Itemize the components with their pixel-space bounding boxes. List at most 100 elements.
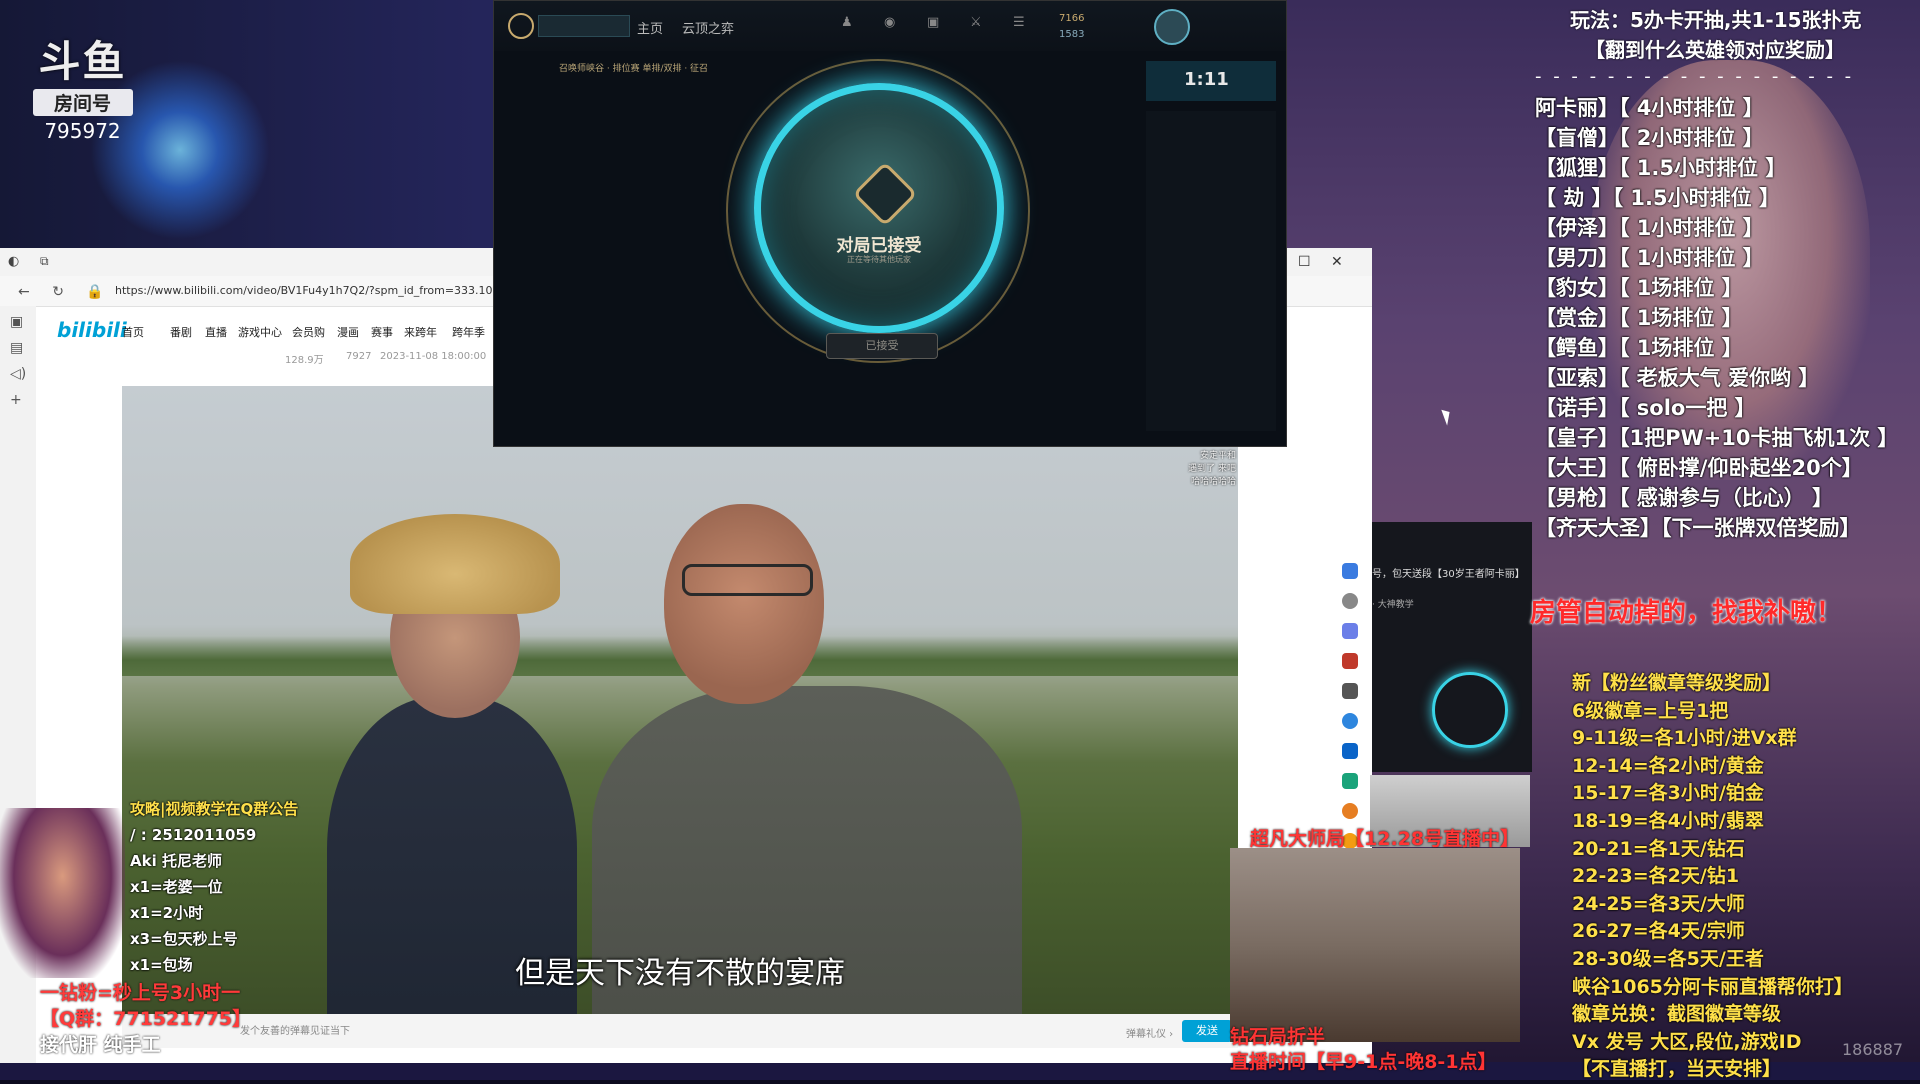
send-icon[interactable] — [1342, 773, 1358, 789]
queue-mode: 召唤师峡谷 · 排位赛 单排/双排 · 征召 — [559, 64, 709, 74]
mini-preview-text: 号，包天送段【30岁王者阿卡丽】 — [1372, 569, 1525, 580]
room-number: 795972 — [44, 119, 121, 143]
nav-manga[interactable]: 漫画 — [337, 324, 359, 340]
rule-row: 【狐狸】【 1.5小时排位 】 — [1535, 156, 1787, 180]
nav-game-center[interactable]: 游戏中心 — [238, 324, 282, 340]
play-button[interactable] — [538, 15, 630, 37]
tft-icon[interactable]: ⚔ — [970, 15, 982, 30]
url-field[interactable]: https://www.bilibili.com/video/BV1Fu4y1h… — [115, 284, 549, 297]
accepted-button[interactable]: 已接受 — [826, 333, 938, 359]
rule-row: 【 劫 】【 1.5小时排位 】 — [1535, 186, 1780, 210]
nav-anime[interactable]: 番剧 — [170, 324, 192, 340]
douyu-logo: 斗鱼 房间号 795972 — [30, 28, 135, 143]
refresh-icon[interactable]: ↻ — [52, 284, 64, 300]
nav-new-year-season[interactable]: 跨年季 — [452, 324, 485, 340]
people-icon[interactable] — [1342, 683, 1358, 699]
tabs-icon[interactable]: ▣ — [10, 314, 23, 330]
akali-avatar — [0, 808, 125, 978]
announcement-line: Aki 托尼老师 — [130, 852, 222, 870]
badge-row: 20-21=各1天/钻石 — [1572, 837, 1745, 860]
danmaku-overlay: 安定平和 遇到了 来吧 哈哈哈哈哈 — [1086, 450, 1236, 489]
rule-row: 【诺手】【 solo一把 】 — [1535, 396, 1756, 420]
bilibili-logo[interactable]: bilibili — [57, 318, 127, 342]
nav-esports[interactable]: 赛事 — [371, 324, 393, 340]
collection-icon[interactable]: ◉ — [884, 15, 895, 30]
rule-row: 【男刀】【 1小时排位 】 — [1535, 246, 1764, 270]
douyu-logo-text: 斗鱼 — [38, 37, 127, 86]
nav-home[interactable]: 首页 — [122, 324, 144, 340]
store-icon[interactable]: ☰ — [1013, 15, 1025, 30]
back-icon[interactable]: ← — [18, 284, 30, 300]
badge-row: 6级徽章=上号1把 — [1572, 699, 1729, 722]
nav-live[interactable]: 直播 — [205, 324, 227, 340]
waiting-text: 正在等待其他玩家 — [847, 255, 911, 264]
browser-profile-icon[interactable]: ◐ — [8, 254, 19, 269]
search-icon[interactable] — [1342, 593, 1358, 609]
queue-timer: 1:11 — [1184, 69, 1229, 90]
badge-row: 26-27=各4天/宗师 — [1572, 920, 1745, 943]
tab-actions-icon[interactable]: ⧉ — [40, 254, 49, 269]
add-icon[interactable]: + — [10, 392, 22, 408]
lol-logo-icon[interactable] — [508, 13, 534, 39]
badge-row: 22-23=各2天/钻1 — [1572, 865, 1740, 888]
tag-icon[interactable] — [1342, 623, 1358, 639]
maximize-icon[interactable]: ☐ — [1298, 254, 1311, 270]
rule-row: 【大王】【 俯卧撑/仰卧起坐20个】 — [1535, 456, 1863, 480]
audio-icon[interactable]: ◁) — [10, 366, 26, 382]
profile-icon[interactable]: ♟ — [841, 15, 853, 30]
badge-title: 新【粉丝徽章等级奖励】 — [1572, 672, 1782, 694]
live-hours: 直播时间【早9-1点-晚8-1点】 — [1230, 1051, 1497, 1073]
send-button[interactable]: 发送 — [1182, 1020, 1232, 1042]
tab-home[interactable]: 主页 — [637, 18, 663, 37]
badge-row: 28-30级=各5天/王者 — [1572, 947, 1764, 970]
bottom-left-notice: 一钻粉=秒上号3小时一 【Q群：771521775】 接代肝 纯手工 — [40, 980, 251, 1058]
mini-accept-ring — [1432, 672, 1508, 748]
stream-schedule: 钻石局折半 直播时间【早9-1点-晚8-1点】 — [1230, 1025, 1497, 1075]
fix-notice: 房管自动掉的，找我补嗷！ — [1530, 598, 1843, 628]
publish-date: 2023-11-08 18:00:00 — [380, 351, 487, 362]
danmaku-input[interactable]: 发个友善的弹幕见证当下 — [240, 1022, 1120, 1040]
announcement-line: / : 2512011059 — [130, 826, 257, 844]
compass-icon[interactable] — [1342, 713, 1358, 729]
rules-title: 玩法：5办卡开抽,共1-15张扑克 — [1570, 8, 1862, 32]
game-icon[interactable] — [1342, 803, 1358, 819]
badge-row: 峡谷1065分阿卡丽直播帮你打】 — [1572, 975, 1853, 998]
straw-hat — [350, 514, 560, 614]
rule-row: 【伊泽】【 1小时排位 】 — [1535, 216, 1764, 240]
close-icon[interactable]: ✕ — [1331, 254, 1343, 270]
announcement-line: x1=包场 — [130, 956, 193, 974]
qq-group: 【Q群：771521775】 — [40, 1008, 252, 1030]
service-notice: 接代肝 纯手工 — [40, 1034, 161, 1056]
rule-row: 【亚索】【 老板大气 爱你哟 】 — [1535, 366, 1820, 390]
danmaku-etiquette-link[interactable]: 弹幕礼仪 › — [1126, 1025, 1173, 1040]
collections-icon[interactable]: ▤ — [10, 340, 23, 356]
danmaku-line: 哈哈哈哈哈 — [1190, 477, 1236, 487]
outlook-icon[interactable] — [1342, 743, 1358, 759]
badge-row: 15-17=各3小时/铂金 — [1572, 782, 1764, 805]
rp-balance: 7166 — [1059, 13, 1085, 24]
rules-subtitle: 【翻到什么英雄领对应奖励】 — [1585, 38, 1845, 62]
badge-row: 9-11级=各1小时/进Vx群 — [1572, 727, 1797, 750]
match-accepted-title: 对局已接受 — [836, 236, 922, 256]
rule-row: 阿卡丽】【 4小时排位 】 — [1535, 96, 1764, 120]
faint-id: 186887 — [1842, 1040, 1904, 1059]
nav-new-year[interactable]: 来跨年 — [404, 324, 437, 340]
tab-tft[interactable]: 云顶之弈 — [682, 18, 734, 37]
summoner-avatar[interactable] — [1154, 9, 1190, 45]
notification-icon[interactable] — [1342, 563, 1358, 579]
rule-row: 【鳄鱼】【 1场排位 】 — [1535, 336, 1743, 360]
nav-buttons: ← ↻ 🔒 — [18, 284, 104, 300]
briefcase-icon[interactable] — [1342, 653, 1358, 669]
badge-row: 18-19=各4小时/翡翠 — [1572, 809, 1764, 832]
badge-row: 12-14=各2小时/黄金 — [1572, 754, 1764, 777]
lock-icon: 🔒 — [86, 284, 104, 300]
announcement-line: x3=包天秒上号 — [130, 930, 238, 948]
friends-list — [1146, 111, 1276, 431]
loot-icon[interactable]: ▣ — [927, 15, 939, 30]
rule-row: 【豹女】【 1场排位 】 — [1535, 276, 1743, 300]
announcement-title: 攻略|视频教学在Q群公告 — [130, 800, 299, 818]
badge-row: 24-25=各3天/大师 — [1572, 892, 1745, 915]
nav-shop[interactable]: 会员购 — [292, 324, 325, 340]
announcement-line: x1=2小时 — [130, 904, 204, 922]
badge-rewards: 新【粉丝徽章等级奖励】 6级徽章=上号1把 9-11级=各1小时/进Vx群 12… — [1572, 670, 1853, 1084]
